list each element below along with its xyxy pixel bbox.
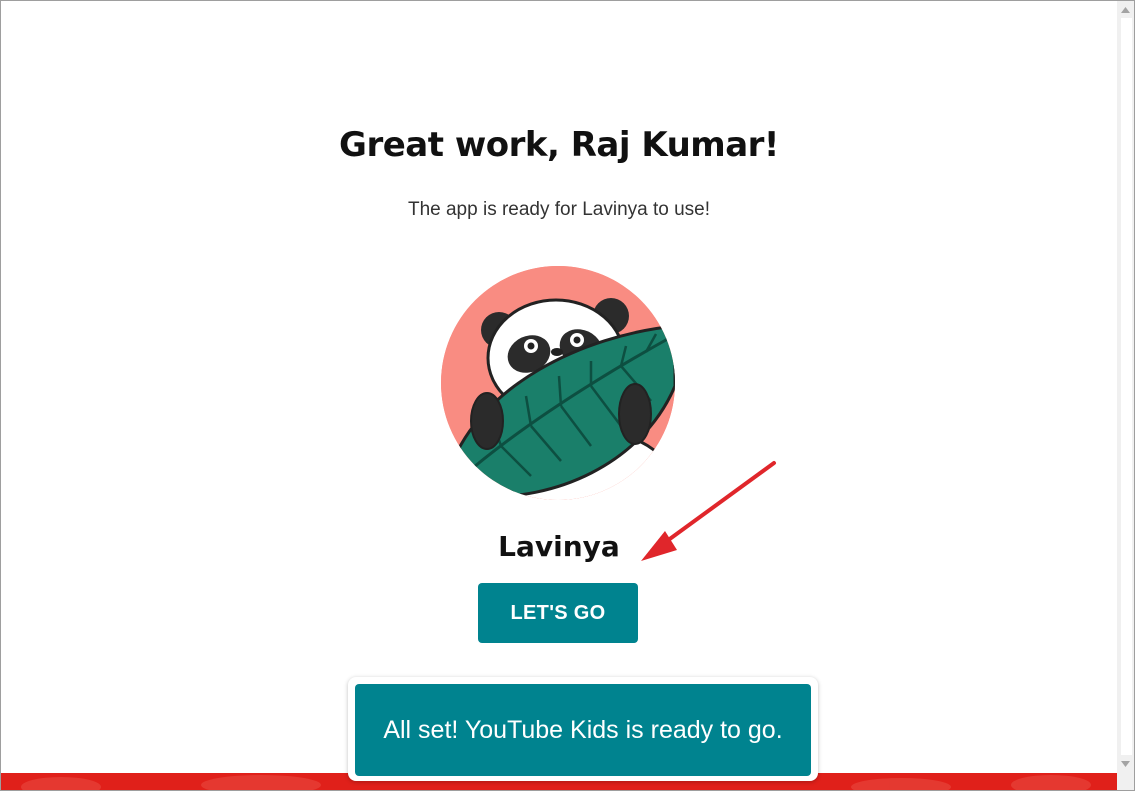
page-subtitle: The app is ready for Lavinya to use! [407, 199, 711, 220]
scroll-up-icon[interactable] [1117, 1, 1134, 18]
profile-avatar [441, 266, 675, 500]
page-content: Great work, Raj Kumar! The app is ready … [1, 1, 1117, 790]
page-title: Great work, Raj Kumar! [339, 125, 779, 165]
scrollbar-thumb[interactable] [1120, 18, 1132, 755]
toast-container: All set! YouTube Kids is ready to go. [348, 677, 818, 781]
panda-with-leaf-icon [441, 266, 675, 500]
toast-message: All set! YouTube Kids is ready to go. [355, 684, 811, 776]
profile-name: Lavinya [498, 530, 620, 563]
vertical-scrollbar[interactable] [1117, 1, 1134, 790]
lets-go-button[interactable]: LET'S GO [478, 583, 638, 643]
scroll-down-icon[interactable] [1117, 755, 1134, 772]
